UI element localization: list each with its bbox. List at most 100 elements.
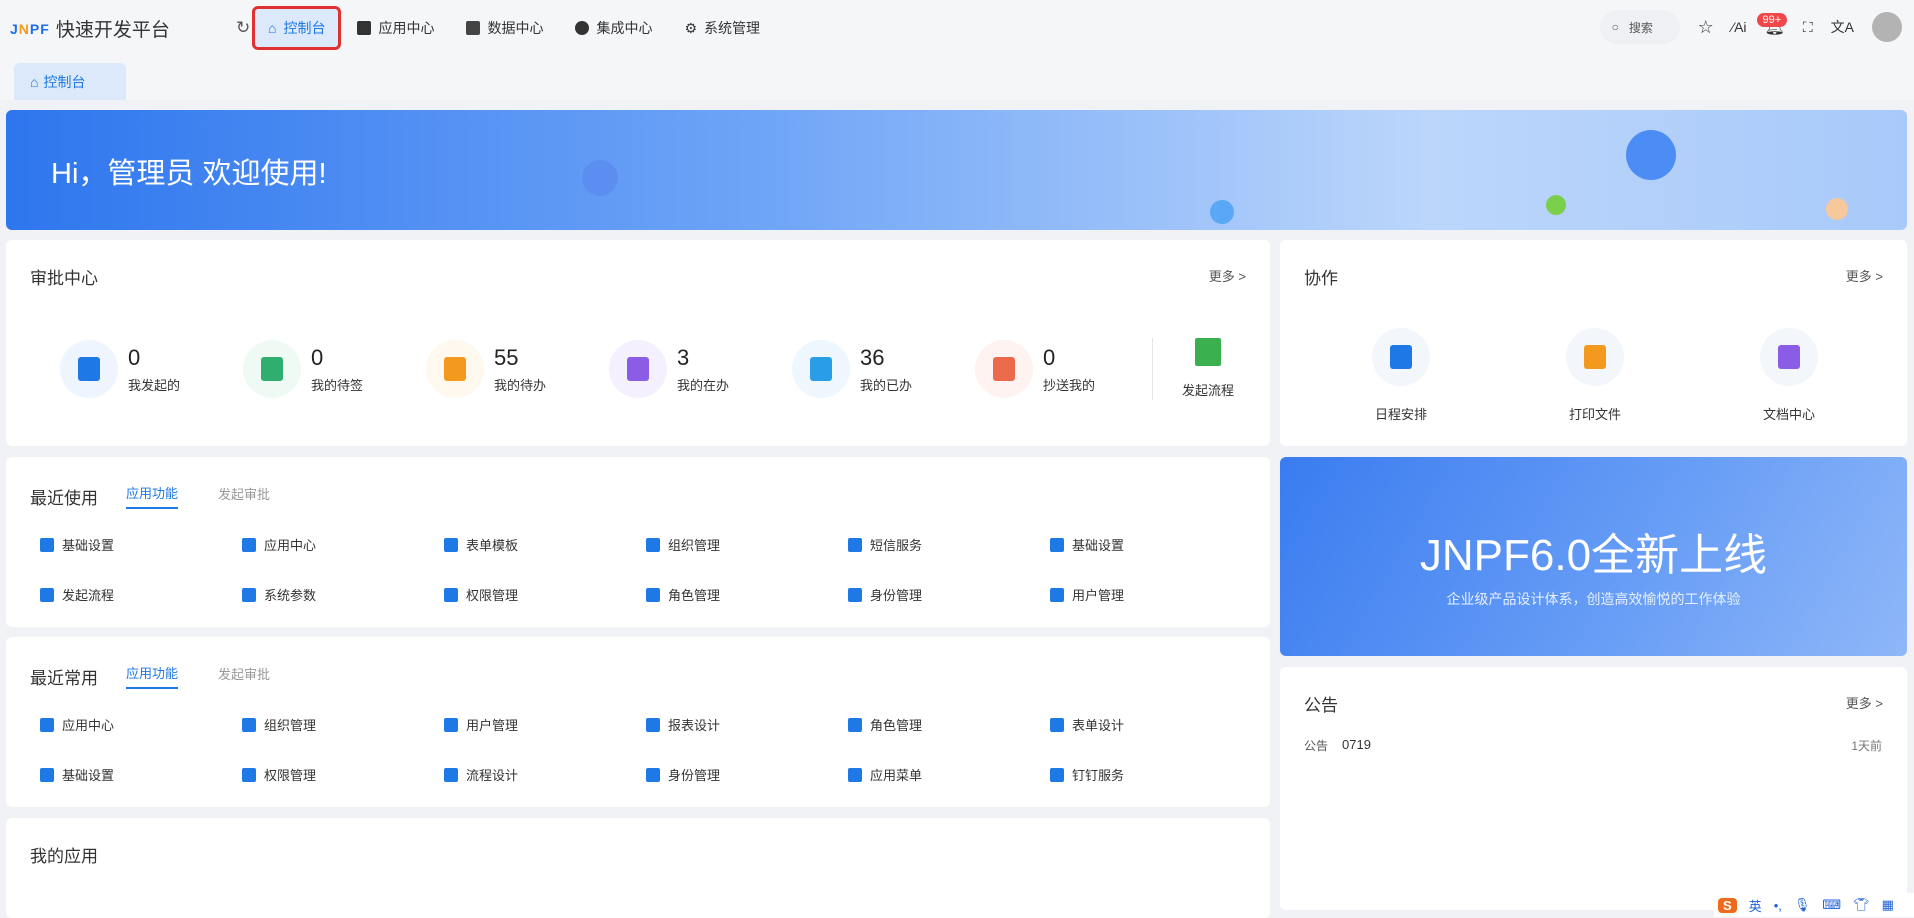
shortcut-label: 系统参数 [264,588,317,603]
nav-label: 集成中心 [596,20,653,36]
more-link[interactable]: 更多 > [1209,266,1246,285]
start-flow-button[interactable]: 发起流程 [1182,338,1234,399]
collab-item[interactable]: 打印文件 [1545,328,1645,423]
collab-icon [1760,328,1818,386]
logo-mark: JNPF [10,20,50,37]
stat-item[interactable]: 3 我的在办 [609,340,729,398]
sogou-icon[interactable]: S [1718,897,1737,913]
ai-icon[interactable]: ⁄Ai [1732,19,1747,35]
app-title: 快速开发平台 [55,20,170,41]
shortcut-item[interactable]: 系统参数 [242,585,316,604]
shortcut-item[interactable]: 身份管理 [848,585,922,604]
stat-item[interactable]: 36 我的已办 [792,340,912,398]
search-icon: ○ [1611,20,1619,34]
notice-item[interactable]: 公告 0719 1天前 [1304,737,1882,754]
logo[interactable]: JNPF 快速开发平台 [10,15,170,42]
shortcut-item[interactable]: 角色管理 [646,585,720,604]
tab-app-functions[interactable]: 应用功能 [126,483,179,509]
tab-start-approval[interactable]: 发起审批 [218,664,270,688]
toolbox-icon[interactable]: ▦ [1882,897,1894,913]
shortcut-item[interactable]: 钉钉服务 [1050,765,1124,784]
stat-label: 我的待办 [494,377,547,393]
shortcut-item[interactable]: 用户管理 [444,715,518,734]
shortcut-item[interactable]: 角色管理 [848,715,922,734]
tab-start-approval[interactable]: 发起审批 [218,484,270,508]
stat-label: 抄送我的 [1043,377,1096,393]
translate-icon[interactable]: 文A [1831,17,1854,37]
shortcut-item[interactable]: 组织管理 [242,715,316,734]
star-icon[interactable]: ☆ [1698,17,1714,38]
search-placeholder: 搜索 [1628,20,1653,35]
nav-system-management[interactable]: ⚙ 系统管理 [670,8,774,48]
stat-item[interactable]: 0 我发起的 [60,340,180,398]
divider [1152,338,1153,400]
tab-app-functions[interactable]: 应用功能 [126,663,179,689]
shortcut-item[interactable]: 组织管理 [646,535,720,554]
shortcut-item[interactable]: 应用菜单 [848,765,922,784]
stat-icon [810,357,832,381]
stat-value: 55 [494,344,519,370]
shortcut-icon [848,587,862,602]
collab-item[interactable]: 文档中心 [1739,328,1839,423]
stat-label: 我的待签 [311,377,364,393]
shortcut-item[interactable]: 身份管理 [646,765,720,784]
shortcut-icon [848,537,862,552]
card-title: 我的应用 [30,847,98,866]
stat-item[interactable]: 0 我的待签 [243,340,363,398]
shortcut-label: 身份管理 [668,768,721,783]
shortcut-icon [1050,587,1064,602]
shortcut-item[interactable]: 基础设置 [40,765,114,784]
shortcut-item[interactable]: 表单模板 [444,535,518,554]
stat-item[interactable]: 0 抄送我的 [975,340,1095,398]
collab-item[interactable]: 日程安排 [1351,328,1451,423]
card-title: 公告 [1304,696,1338,715]
shortcut-label: 应用中心 [264,538,317,553]
shortcut-item[interactable]: 用户管理 [1050,585,1124,604]
punctuation-toggle[interactable]: •, [1774,898,1782,913]
shortcut-label: 表单设计 [1072,718,1125,733]
shortcut-label: 流程设计 [466,768,519,783]
shortcut-label: 发起流程 [62,588,115,603]
shortcut-item[interactable]: 基础设置 [40,535,114,554]
shortcut-item[interactable]: 发起流程 [40,585,114,604]
more-link[interactable]: 更多 > [1846,693,1883,712]
tab-dashboard[interactable]: ⌂ 控制台 [14,63,126,100]
stat-icon-bg [426,340,484,398]
stat-value: 36 [860,344,885,370]
more-link[interactable]: 更多 > [1846,266,1883,285]
shortcut-item[interactable]: 权限管理 [242,765,316,784]
nav-integration-center[interactable]: 集成中心 [561,8,666,48]
shortcut-label: 应用菜单 [870,768,923,783]
shortcut-label: 权限管理 [466,588,519,603]
shortcut-item[interactable]: 流程设计 [444,765,518,784]
skin-icon[interactable]: 👕︎ [1853,897,1870,913]
nav-dashboard[interactable]: ⌂ 控制台 [251,6,342,50]
shortcut-item[interactable]: 基础设置 [1050,535,1124,554]
refresh-icon[interactable]: ↻ [236,18,250,38]
search-input[interactable]: ○ 搜索 [1599,10,1680,44]
shortcut-item[interactable]: 权限管理 [444,585,518,604]
nav-data-center[interactable]: 数据中心 [452,8,557,48]
shortcut-item[interactable]: 短信服务 [848,535,922,554]
fullscreen-icon[interactable]: ⛶ [1803,19,1813,36]
shortcut-item[interactable]: 应用中心 [40,715,114,734]
shortcut-icon [40,717,54,732]
notice-time: 1天前 [1851,739,1882,753]
shortcut-icon [444,767,458,782]
avatar[interactable] [1872,12,1902,42]
nav-app-center[interactable]: 应用中心 [343,8,448,48]
shortcut-item[interactable]: 应用中心 [242,535,316,554]
shortcut-icon [242,587,256,602]
shortcut-label: 权限管理 [264,768,317,783]
promo-banner[interactable]: JNPF6.0全新上线 企业级产品设计体系，创造高效愉悦的工作体验 [1280,457,1907,656]
shortcut-icon [848,717,862,732]
top-header: JNPF 快速开发平台 ↻ ⌂ 控制台 应用中心 数据中心 集成中心 ⚙ 系统管理 ○… [0,0,1914,57]
shortcut-item[interactable]: 报表设计 [646,715,720,734]
collab-icon-glyph [1390,345,1412,369]
bell-button[interactable]: 🔔︎ 99+ [1756,13,1788,37]
mic-icon[interactable]: 🎙︎ [1794,897,1811,913]
keyboard-icon[interactable]: ⌨ [1822,897,1841,913]
ime-mode[interactable]: 英 [1749,896,1762,915]
shortcut-item[interactable]: 表单设计 [1050,715,1124,734]
stat-item[interactable]: 55 我的待办 [426,340,546,398]
